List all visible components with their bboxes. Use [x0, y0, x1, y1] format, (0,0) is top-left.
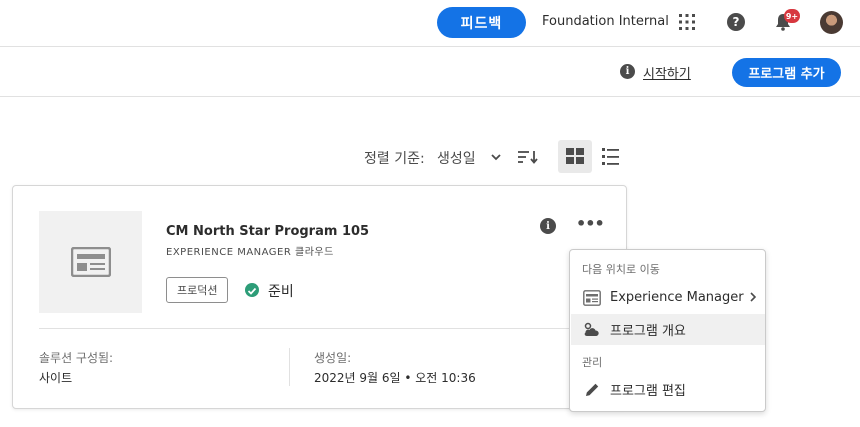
- org-switcher[interactable]: Foundation Internal: [542, 14, 669, 29]
- sort-order-icon[interactable]: [518, 150, 538, 164]
- divider: [289, 348, 290, 386]
- help-icon[interactable]: ?: [727, 13, 745, 31]
- apps-grid-icon[interactable]: [679, 14, 695, 30]
- solutions-value: 사이트: [39, 371, 73, 385]
- add-program-button[interactable]: 프로그램 추가: [732, 58, 841, 87]
- menu-item-edit-program[interactable]: 프로그램 편집: [571, 374, 765, 405]
- menu-item-label: Experience Manager: [610, 290, 744, 305]
- menu-item-experience-manager[interactable]: Experience Manager: [571, 282, 765, 313]
- getting-started-link[interactable]: 시작하기: [643, 63, 691, 82]
- list-view-toggle[interactable]: [598, 140, 624, 173]
- notification-badge: 9+: [784, 9, 800, 23]
- grid-view-toggle[interactable]: [558, 140, 592, 173]
- environment-tag: 프로덕션: [166, 277, 229, 303]
- created-value: 2022년 9월 6일 • 오전 10:36: [314, 371, 476, 385]
- menu-section-heading: 다음 위치로 이동: [582, 263, 660, 276]
- program-subtitle: EXPERIENCE MANAGER 클라우드: [166, 247, 334, 258]
- feedback-button[interactable]: 피드백: [437, 7, 526, 38]
- web-page-icon: [71, 247, 111, 277]
- menu-item-label: 프로그램 편집: [610, 384, 686, 399]
- menu-item-label: 프로그램 개요: [610, 324, 686, 339]
- more-actions-icon[interactable]: •••: [576, 214, 605, 233]
- program-thumbnail: [39, 211, 142, 313]
- program-card[interactable]: CM North Star Program 105 EXPERIENCE MAN…: [12, 185, 627, 409]
- avatar[interactable]: [820, 11, 843, 34]
- info-icon[interactable]: i: [540, 218, 556, 234]
- grid-view-icon: [566, 148, 584, 164]
- solutions-label: 솔루션 구성됨:: [39, 351, 114, 365]
- chevron-right-icon: [750, 292, 757, 302]
- menu-item-program-overview[interactable]: 프로그램 개요: [571, 314, 765, 345]
- global-header: 피드백 Foundation Internal ? 9+: [0, 0, 860, 47]
- list-view-icon: [602, 148, 619, 165]
- created-label: 생성일:: [314, 351, 352, 365]
- status-text: 준비: [268, 284, 294, 300]
- program-title[interactable]: CM North Star Program 105: [166, 224, 369, 239]
- menu-section-heading: 관리: [582, 356, 603, 369]
- sort-dropdown[interactable]: 생성일: [437, 148, 476, 168]
- sort-label: 정렬 기준:: [364, 151, 425, 167]
- action-bar: [0, 48, 860, 97]
- status-check-icon: [245, 283, 259, 297]
- chevron-down-icon[interactable]: [490, 151, 502, 163]
- divider: [39, 328, 614, 329]
- pencil-icon: [586, 383, 599, 396]
- cloud-settings-icon: [584, 322, 599, 336]
- web-page-icon: [583, 289, 601, 306]
- info-icon: i: [620, 64, 635, 79]
- program-actions-menu: 다음 위치로 이동 Experience Manager 프로그램 개요 관리 …: [569, 249, 766, 412]
